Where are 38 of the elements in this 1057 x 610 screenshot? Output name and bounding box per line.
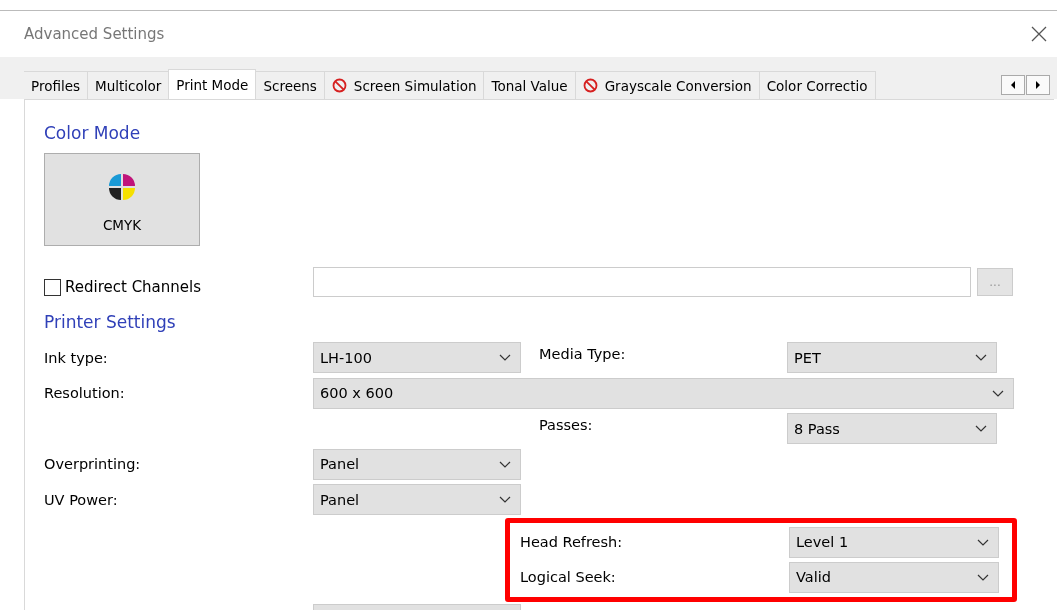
- dropdown[interactable]: 600 x 600: [313, 377, 1014, 409]
- caret-icon: [499, 496, 511, 504]
- field-label: Overprinting:: [44, 456, 142, 473]
- dropdown[interactable]: LH-100: [313, 342, 521, 374]
- caret-icon: [977, 573, 989, 581]
- right-arrow-icon: [1035, 81, 1041, 89]
- checkbox[interactable]: Redirect Channels: [44, 278, 313, 296]
- field-label: Passes:: [538, 416, 594, 433]
- dropdown[interactable]: Panel: [313, 448, 521, 480]
- field-label: Logical Seek:: [520, 569, 617, 585]
- section-heading: Printer Settings: [44, 311, 177, 333]
- path-field[interactable]: [313, 267, 971, 297]
- caret-icon: [992, 389, 1004, 397]
- cmyk-icon: [108, 173, 136, 201]
- dropdown[interactable]: Level 1: [789, 526, 999, 558]
- left-arrow-icon: [1010, 81, 1016, 89]
- caret-icon: [499, 460, 511, 468]
- caret-icon: [975, 425, 987, 433]
- dropdown[interactable]: Valid: [789, 561, 999, 593]
- dropdown[interactable]: Panel: [313, 484, 521, 516]
- color-mode-button[interactable]: CMYK: [44, 153, 200, 246]
- close-icon[interactable]: [1031, 26, 1047, 42]
- field-label: Resolution:: [44, 385, 126, 402]
- tab[interactable]: Print Mode: [168, 69, 257, 99]
- scroll-right-button[interactable]: [1026, 75, 1050, 95]
- field-label: UV Power:: [44, 491, 119, 508]
- field-label: Head Refresh:: [520, 534, 624, 550]
- dropdown[interactable]: 8 Pass: [787, 413, 997, 445]
- caret-icon: [977, 538, 989, 546]
- section-heading: Color Mode: [44, 122, 142, 144]
- window-title: Advanced Settings: [24, 25, 165, 43]
- caret-icon: [499, 354, 511, 362]
- caret-icon: [975, 354, 987, 362]
- dropdown[interactable]: PET: [787, 342, 997, 374]
- scroll-left-button[interactable]: [1001, 75, 1025, 95]
- field-label: Ink type:: [44, 349, 109, 366]
- field-label: Media Type:: [538, 345, 627, 362]
- tab[interactable]: Color Correctio: [758, 71, 876, 99]
